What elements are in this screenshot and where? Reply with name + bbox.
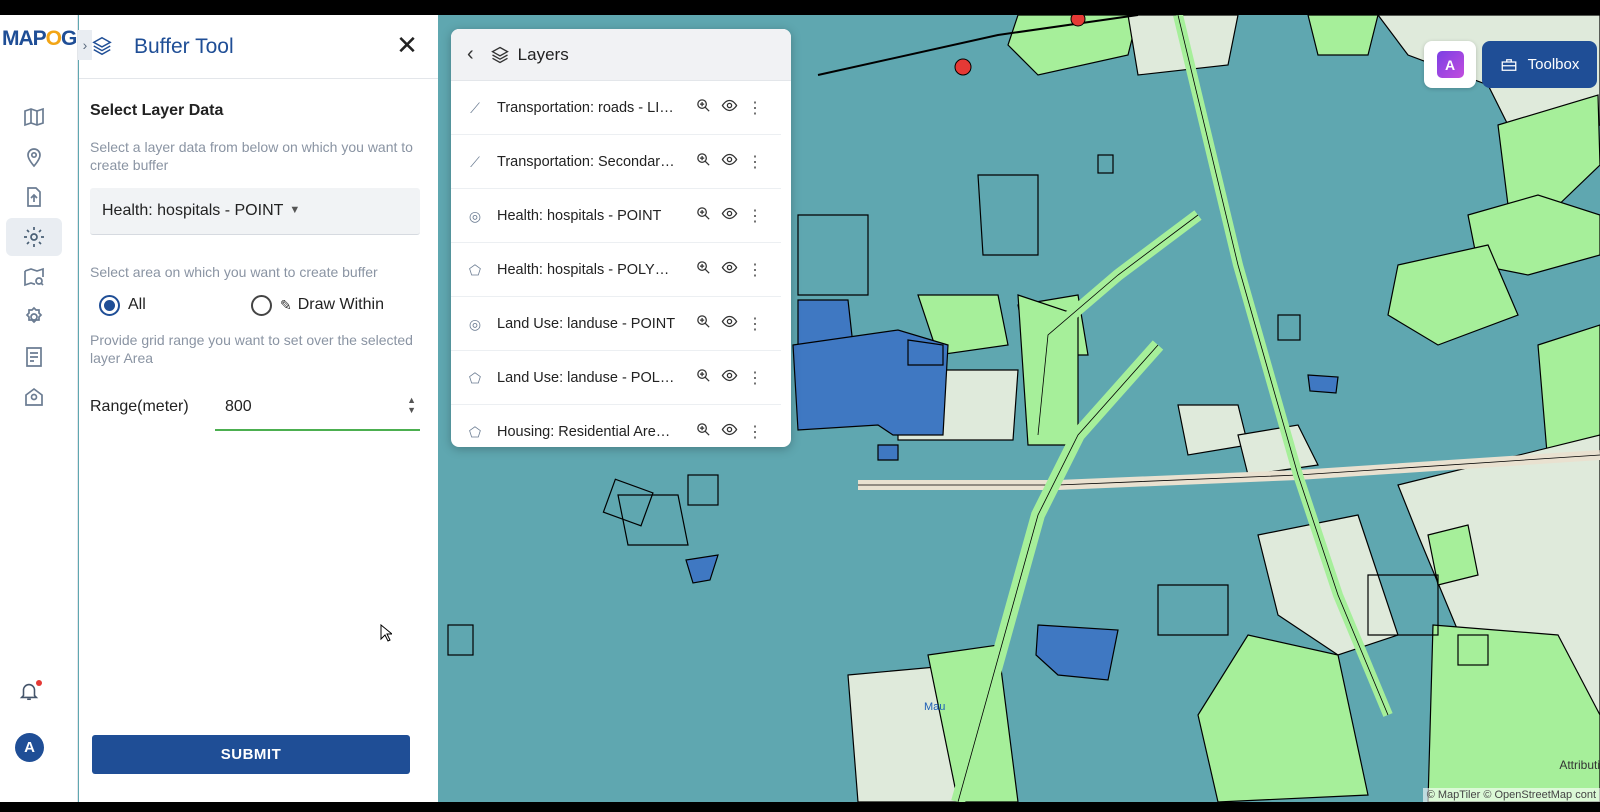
layers-icon [91,35,113,57]
zoom-to-layer-icon[interactable] [695,259,712,280]
back-arrow-icon[interactable]: ‹ [467,43,474,66]
zoom-to-layer-icon[interactable] [695,97,712,118]
mapog-logo[interactable]: MAPOG [2,27,77,51]
layer-name: Health: hospitals - POLY… [497,261,670,278]
polygon-layer-icon: ⬠ [468,369,482,386]
map-icon[interactable] [6,98,62,136]
layer-row[interactable]: ⟋ Transportation: Secondar… ⋮ [451,135,781,189]
eye-icon[interactable] [721,421,738,442]
layer-row[interactable]: ◎ Health: hospitals - POINT ⋮ [451,189,781,243]
layer-select-value: Health: hospitals - POINT [102,202,284,219]
chevron-down-icon: ▼ [289,204,301,216]
zoom-to-layer-icon[interactable] [695,151,712,172]
line-layer-icon: ⟋ [470,153,480,170]
panel-title: Buffer Tool [134,35,234,58]
zoom-to-layer-icon[interactable] [695,205,712,226]
range-label: Range(meter) [90,398,189,415]
more-options-icon[interactable]: ⋮ [747,314,763,334]
avatar[interactable]: A [15,733,44,762]
radio-draw-label: Draw Within [297,296,384,313]
layer-name: Land Use: landuse - POL… [497,369,675,386]
radio-draw-circle[interactable] [251,294,272,316]
layer-name: Transportation: Secondar… [497,153,675,170]
layer-name: Housing: Residential Are… [497,423,671,440]
icon-sidebar: MAPOG A [0,15,78,802]
close-button[interactable]: ✕ [395,32,419,58]
eye-icon[interactable] [721,151,738,172]
line-layer-icon: ⟋ [470,99,480,116]
layers-panel: ‹ Layers ⟋ Transportation: roads - LI… ⋮… [451,29,791,447]
map-search-icon[interactable] [6,258,62,296]
location-pin-icon[interactable] [6,138,62,176]
zoom-to-layer-icon[interactable] [695,421,712,442]
more-options-icon[interactable]: ⋮ [747,368,763,388]
screen-top-border [0,0,1600,15]
zoom-to-layer-icon[interactable] [695,367,712,388]
eye-icon[interactable] [721,97,738,118]
section-title: Select Layer Data [90,102,224,119]
attribution-toggle[interactable]: Attributi [1559,758,1600,772]
layers-title: Layers [517,44,569,64]
number-stepper-icon[interactable]: ▲ ▼ [407,395,416,415]
more-options-icon[interactable]: ⋮ [747,152,763,172]
range-input[interactable]: 800 ▲ ▼ [215,383,420,431]
collapse-toggle-icon[interactable]: › [78,30,92,60]
eye-icon[interactable] [721,259,738,280]
range-value: 800 [225,398,252,415]
layers-icon [490,46,509,63]
upload-file-icon[interactable] [6,178,62,216]
map-pin-icon[interactable] [6,378,62,416]
ai-icon: A [1436,51,1464,78]
eye-icon[interactable] [721,313,738,334]
grid-range-hint: Provide grid range you want to set over … [90,332,413,366]
panel-header: › Buffer Tool ✕ [78,15,438,79]
layer-select[interactable]: Health: hospitals - POINT ▼ [90,188,420,235]
radio-draw-within[interactable]: ✎ Draw Within [251,294,384,316]
ai-assistant-button[interactable]: A [1424,41,1476,88]
zoom-to-layer-icon[interactable] [695,313,712,334]
settings-icon[interactable] [6,298,62,336]
select-layer-hint: Select a layer data from below on which … [90,139,413,173]
briefcase-icon [1501,58,1517,71]
layer-row[interactable]: ⟋ Transportation: roads - LI… ⋮ [451,81,781,135]
area-hint: Select area on which you want to create … [90,264,378,280]
point-layer-icon: ◎ [468,315,482,332]
toolbox-button[interactable]: Toolbox [1482,41,1597,88]
toolbox-label: Toolbox [1527,56,1580,73]
notification-dot [36,680,42,686]
more-options-icon[interactable]: ⋮ [747,98,763,118]
notification-bell-icon[interactable] [18,680,44,706]
app-frame: Mau Attributi © MapTiler © OpenStreetMap… [0,15,1600,802]
screen-bottom-border [0,802,1600,812]
radio-all-label: All [128,296,146,313]
layer-row[interactable]: ⬠ Land Use: landuse - POL… ⋮ [451,351,781,405]
layer-name: Transportation: roads - LI… [497,99,674,116]
mouse-cursor-icon [380,624,392,642]
polygon-layer-icon: ⬠ [468,261,482,278]
layers-header: ‹ Layers [451,29,791,81]
eye-icon[interactable] [721,367,738,388]
layer-name: Land Use: landuse - POINT [497,315,676,332]
map-place-label: Mau [924,701,946,713]
polygon-layer-icon: ⬠ [468,423,482,440]
map-attribution[interactable]: © MapTiler © OpenStreetMap cont [1422,788,1600,802]
point-layer-icon: ◎ [468,207,482,224]
more-options-icon[interactable]: ⋮ [747,260,763,280]
radio-all[interactable]: All [99,294,146,316]
gear-icon[interactable] [6,218,62,256]
buffer-tool-panel: › Buffer Tool ✕ Select Layer Data Select… [78,15,438,802]
pencil-icon: ✎ [280,296,292,313]
layer-row[interactable]: ⬠ Health: hospitals - POLY… ⋮ [451,243,781,297]
layer-row[interactable]: ⬠ Housing: Residential Are… ⋮ [451,405,781,447]
layer-row[interactable]: ◎ Land Use: landuse - POINT ⋮ [451,297,781,351]
layer-name: Health: hospitals - POINT [497,207,662,224]
checklist-icon[interactable] [6,338,62,376]
radio-all-circle[interactable] [99,294,120,316]
more-options-icon[interactable]: ⋮ [747,206,763,226]
submit-button[interactable]: SUBMIT [92,735,410,774]
more-options-icon[interactable]: ⋮ [747,422,763,442]
eye-icon[interactable] [721,205,738,226]
